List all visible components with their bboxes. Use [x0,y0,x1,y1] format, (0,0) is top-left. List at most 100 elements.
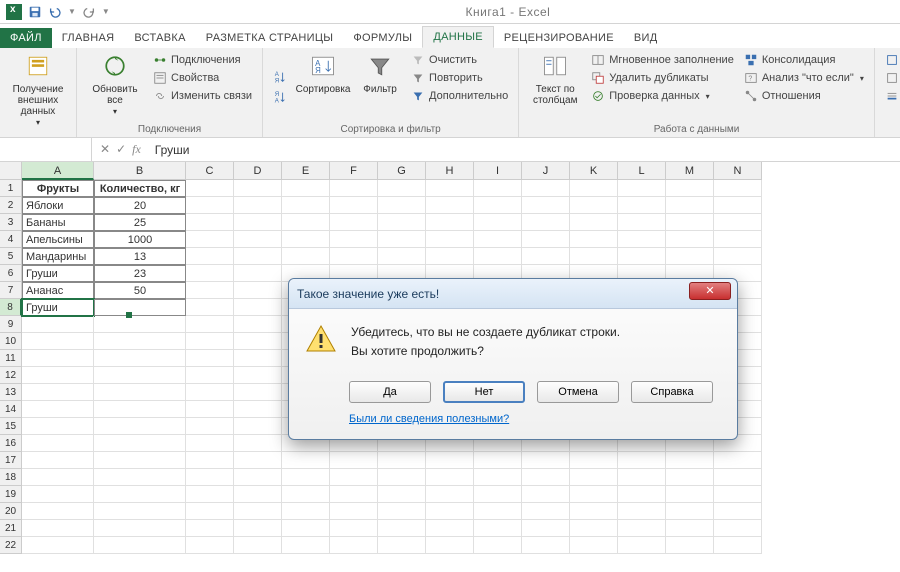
row-header[interactable]: 22 [0,537,22,554]
formula-input[interactable]: Груши [149,138,900,161]
cell[interactable] [426,197,474,214]
cell[interactable] [94,350,186,367]
cell[interactable] [234,418,282,435]
what-if-button[interactable]: ?Анализ "что если"▾ [742,70,866,86]
tab-file[interactable]: ФАЙЛ [0,28,52,48]
ungroup-rows-button[interactable]: Разгруп [883,70,900,86]
row-header[interactable]: 3 [0,214,22,231]
cell[interactable] [522,231,570,248]
cell[interactable] [330,503,378,520]
column-header[interactable]: G [378,162,426,180]
column-header[interactable]: H [426,162,474,180]
cell[interactable] [22,384,94,401]
cell[interactable] [666,520,714,537]
dialog-нет-button[interactable]: Нет [443,381,525,403]
row-header[interactable]: 19 [0,486,22,503]
cell[interactable] [186,316,234,333]
cell[interactable] [666,486,714,503]
cell[interactable] [714,486,762,503]
cell[interactable] [186,384,234,401]
cell[interactable] [618,214,666,231]
cell[interactable] [22,537,94,554]
cell[interactable] [94,333,186,350]
row-header[interactable]: 7 [0,282,22,299]
cell[interactable] [666,197,714,214]
cell[interactable] [714,503,762,520]
cell[interactable] [378,231,426,248]
cell[interactable] [570,503,618,520]
cell[interactable] [186,197,234,214]
cell[interactable] [426,486,474,503]
cell[interactable] [234,248,282,265]
cell[interactable]: Фрукты [22,180,94,197]
cell[interactable] [426,180,474,197]
cell[interactable] [714,214,762,231]
row-header[interactable]: 6 [0,265,22,282]
column-header[interactable]: C [186,162,234,180]
cell[interactable] [618,520,666,537]
cell[interactable] [570,180,618,197]
cell[interactable] [378,452,426,469]
save-icon[interactable] [28,5,42,19]
row-header[interactable]: 12 [0,367,22,384]
undo-icon[interactable] [48,5,62,19]
row-header[interactable]: 21 [0,520,22,537]
cell[interactable] [22,435,94,452]
cell[interactable] [94,299,186,316]
column-header[interactable]: B [94,162,186,180]
cell[interactable] [282,537,330,554]
cell[interactable] [618,537,666,554]
cell[interactable] [234,316,282,333]
cell[interactable] [234,299,282,316]
name-box[interactable] [0,138,92,161]
cell[interactable] [426,231,474,248]
cell[interactable] [234,486,282,503]
cell[interactable] [186,265,234,282]
row-header[interactable]: 4 [0,231,22,248]
select-all-corner[interactable] [0,162,22,180]
cell[interactable] [378,214,426,231]
cell[interactable] [522,520,570,537]
row-header[interactable]: 2 [0,197,22,214]
cell[interactable] [94,452,186,469]
cell[interactable] [94,418,186,435]
cell[interactable] [666,231,714,248]
cell[interactable] [570,452,618,469]
cell[interactable] [618,231,666,248]
cell[interactable] [522,197,570,214]
tab-данные[interactable]: ДАННЫЕ [422,26,494,48]
row-header[interactable]: 1 [0,180,22,197]
cell[interactable]: Мандарины [22,248,94,265]
cell[interactable] [330,452,378,469]
tab-рецензирование[interactable]: РЕЦЕНЗИРОВАНИЕ [494,28,624,48]
cell[interactable] [522,452,570,469]
cell[interactable] [186,520,234,537]
cell[interactable] [234,197,282,214]
redo-icon[interactable] [82,5,96,19]
text-to-columns-button[interactable]: Текст по столбцам [527,52,583,122]
cell[interactable] [234,520,282,537]
column-header[interactable]: K [570,162,618,180]
column-header[interactable]: A [22,162,94,180]
cell[interactable] [186,333,234,350]
cell[interactable] [570,486,618,503]
row-header[interactable]: 15 [0,418,22,435]
cell[interactable] [22,316,94,333]
row-header[interactable]: 18 [0,469,22,486]
cell[interactable] [234,350,282,367]
tab-главная[interactable]: ГЛАВНАЯ [52,28,125,48]
cell[interactable] [282,214,330,231]
cell[interactable] [474,248,522,265]
cell[interactable] [22,333,94,350]
column-header[interactable]: E [282,162,330,180]
cell[interactable] [426,248,474,265]
cell[interactable] [282,452,330,469]
cell[interactable] [378,197,426,214]
cell[interactable] [570,214,618,231]
cell[interactable]: 20 [94,197,186,214]
cell[interactable] [714,537,762,554]
cell[interactable] [186,214,234,231]
cell[interactable] [378,486,426,503]
cell[interactable] [282,520,330,537]
cell[interactable] [330,180,378,197]
